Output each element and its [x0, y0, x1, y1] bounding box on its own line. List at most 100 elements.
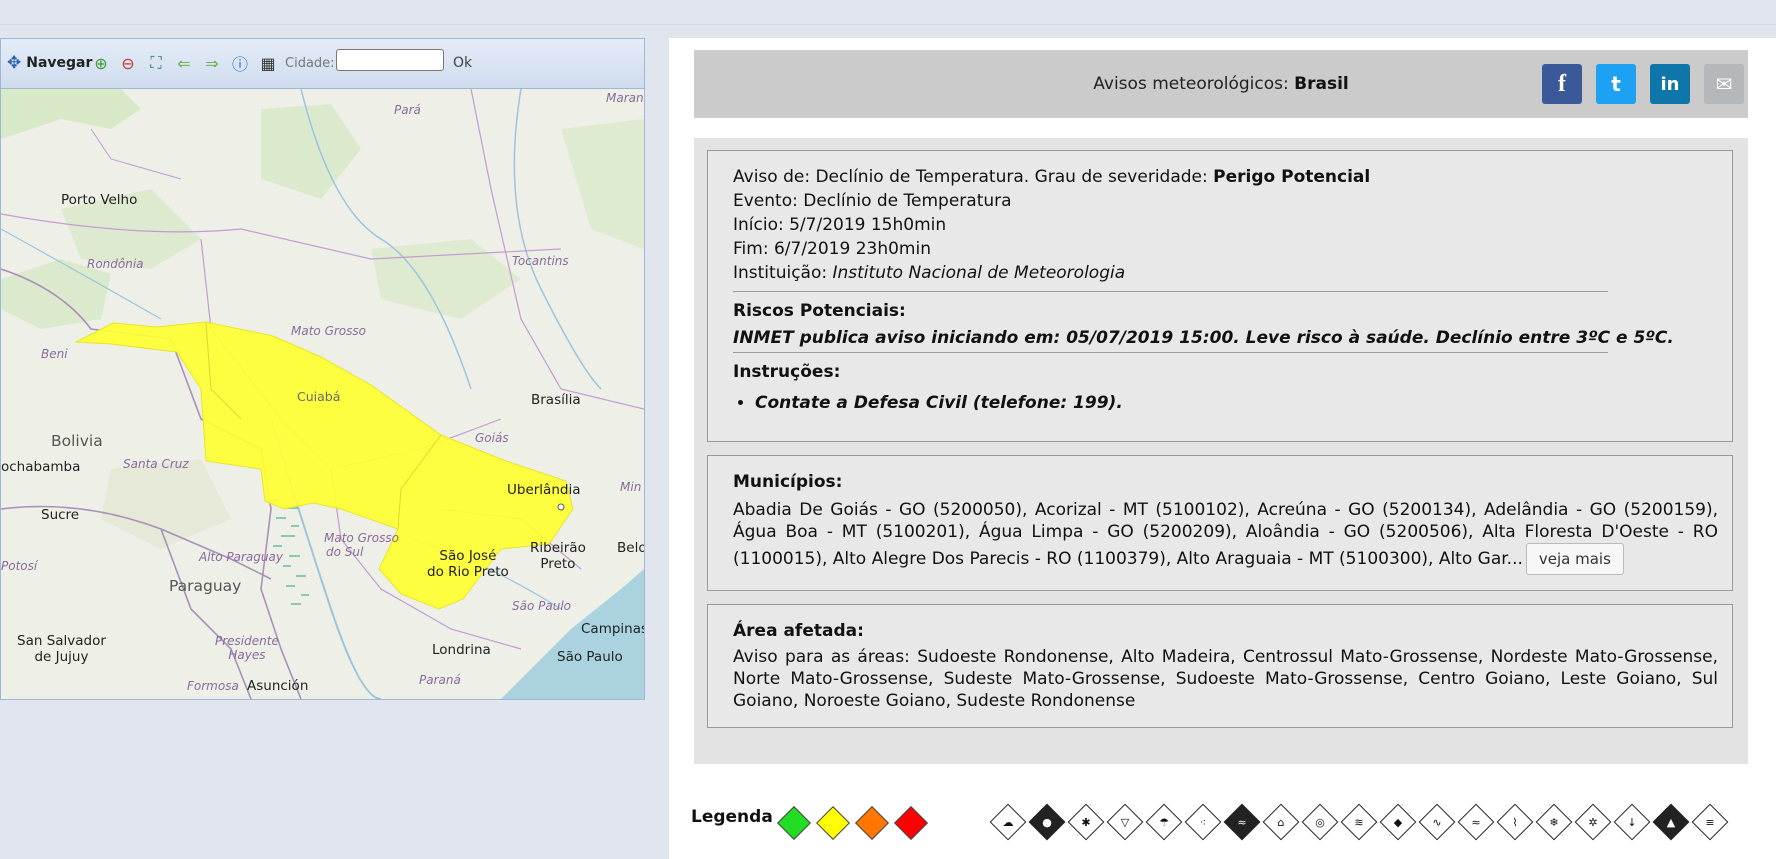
legend-red-swatch	[894, 806, 928, 840]
severity-value: Perigo Potencial	[1213, 167, 1371, 187]
facebook-icon: f	[1558, 70, 1566, 97]
map-panel: ✥ Navegar ⊕ ⊖ ⛶ ⇐ ⇒ ⓘ ▦ Cidade: Ok Pará …	[0, 38, 645, 700]
map-label-alto-paraguay: Alto Paraguay	[199, 550, 283, 564]
top-divider	[0, 24, 1776, 25]
map-label-formosa: Formosa	[187, 679, 239, 693]
twitter-share-button[interactable]: t	[1596, 64, 1636, 104]
aviso-line: Aviso de: Declínio de Temperatura. Grau …	[733, 167, 1371, 187]
zoom-out-icon[interactable]: ⊖	[117, 53, 139, 73]
map-label-mato-grosso: Mato Grosso	[291, 324, 366, 338]
region-name: Brasil	[1294, 74, 1349, 94]
email-share-button[interactable]: ✉	[1704, 64, 1744, 104]
previous-view-icon[interactable]: ⇐	[173, 53, 195, 73]
riscos-text: INMET publica aviso iniciando em: 05/07/…	[733, 328, 1674, 348]
legend-orange-swatch	[855, 806, 889, 840]
zoom-extent-icon[interactable]: ⛶	[145, 53, 167, 73]
storm-icon: ●	[1028, 803, 1066, 841]
facebook-share-button[interactable]: f	[1542, 64, 1582, 104]
alert-content-panel: Avisos meteorológicos: Brasil f t in ✉ A…	[669, 38, 1776, 859]
map-label-presidente-hayes: Presidente Hayes	[215, 634, 279, 662]
map-label-para: Pará	[394, 103, 421, 117]
map-label-beni: Beni	[41, 347, 68, 361]
tornado-icon: ☁	[989, 803, 1027, 841]
dry-air-icon: ◎	[1301, 803, 1339, 841]
evento-line: Evento: Declínio de Temperatura	[733, 191, 1012, 211]
rain-icon: ☂	[1145, 803, 1183, 841]
map-toolbar: ✥ Navegar ⊕ ⊖ ⛶ ⇐ ⇒ ⓘ ▦ Cidade: Ok	[1, 39, 644, 89]
snow-icon: ✱	[1067, 803, 1105, 841]
map-label-santa-cruz: Santa Cruz	[123, 457, 189, 471]
grid-icon[interactable]: ▦	[257, 53, 279, 73]
info-icon[interactable]: ⓘ	[229, 53, 251, 74]
map-label-asuncion: Asunción	[247, 678, 309, 694]
map-label-campinas: Campinas	[581, 621, 645, 637]
veja-mais-button[interactable]: veja mais	[1525, 543, 1624, 575]
cold-icon: ❄	[1535, 803, 1573, 841]
twitter-icon: t	[1611, 72, 1621, 96]
fim-line: Fim: 6/7/2019 23h0min	[733, 239, 931, 259]
legend-title: Legenda	[691, 807, 773, 827]
map-label-sucre: Sucre	[41, 507, 80, 523]
map-label-sao-jose-do-rio-preto: São José do Rio Preto	[427, 548, 509, 580]
map-label-paraguay: Paraguay	[169, 577, 242, 595]
frost-icon: ⌇	[1496, 803, 1534, 841]
instrucoes-list: Contate a Defesa Civil (telefone: 199).	[733, 391, 1718, 415]
legend-yellow-swatch	[816, 806, 850, 840]
cidade-label: Cidade:	[285, 55, 335, 71]
map-label-sao-paulo: São Paulo	[557, 649, 623, 665]
area-afetada-card: Área afetada: Aviso para as áreas: Sudoe…	[707, 604, 1733, 728]
municipios-text: Abadia De Goiás - GO (5200050), Acorizal…	[733, 499, 1718, 575]
flood-icon: ≈	[1223, 803, 1261, 841]
next-view-icon[interactable]: ⇒	[201, 53, 223, 73]
map-canvas[interactable]: Pará Maranh Porto Velho Rondônia Tocanti…	[1, 89, 644, 699]
wave-icon: ∿	[1418, 803, 1456, 841]
map-label-cochabamba: ochabamba	[1, 459, 81, 475]
move-icon: ✥	[7, 53, 22, 73]
fire-icon: ◆	[1379, 803, 1417, 841]
header-bar: Avisos meteorológicos: Brasil f t in ✉	[694, 50, 1748, 118]
temperature-icon: ↓	[1613, 803, 1651, 841]
map-label-san-salvador-de-jujuy: San Salvador de Jujuy	[17, 633, 106, 665]
navegar-label: Navegar	[26, 55, 93, 71]
landslide-icon: ⌂	[1262, 803, 1300, 841]
tide-icon: ≈	[1457, 803, 1495, 841]
navegar-button[interactable]: ✥ Navegar	[7, 53, 92, 73]
map-label-uberlandia: Uberlândia	[507, 482, 581, 498]
ok-button[interactable]: Ok	[453, 53, 472, 73]
wind-icon: ≋	[1340, 803, 1378, 841]
municipios-title: Municípios:	[733, 472, 843, 492]
page-title: Avisos meteorológicos: Brasil	[1093, 74, 1349, 94]
map-label-londrina: Londrina	[432, 642, 491, 658]
alert-details: Aviso de: Declínio de Temperatura. Grau …	[694, 138, 1748, 764]
municipios-card: Municípios: Abadia De Goiás - GO (520005…	[707, 455, 1733, 591]
linkedin-icon: in	[1660, 73, 1680, 95]
map-label-goias: Goiás	[475, 431, 509, 445]
map-label-rondonia: Rondônia	[87, 257, 144, 271]
map-label-bolivia: Bolivia	[51, 432, 103, 450]
dust-icon: ≡	[1691, 803, 1729, 841]
inicio-line: Início: 5/7/2019 15h0min	[733, 215, 947, 235]
map-label-mato-grosso-do-sul: Mato Grosso do Sul	[324, 531, 399, 559]
map-label-ribeirao-preto: Ribeirão Preto	[530, 540, 586, 572]
snowfall-icon: ✲	[1574, 803, 1612, 841]
instituicao-line: Instituição: Instituto Nacional de Meteo…	[733, 263, 1126, 283]
hail-icon: ▽	[1106, 803, 1144, 841]
map-label-minas: Min	[620, 480, 642, 494]
email-icon: ✉	[1715, 72, 1733, 96]
area-title: Área afetada:	[733, 621, 864, 641]
map-label-belo: Belo	[617, 540, 645, 556]
cidade-input[interactable]	[336, 49, 444, 71]
legend-green-swatch	[777, 806, 811, 840]
linkedin-share-button[interactable]: in	[1650, 64, 1690, 104]
area-text: Aviso para as áreas: Sudoeste Rondonense…	[733, 647, 1718, 711]
alert-card: Aviso de: Declínio de Temperatura. Grau …	[707, 150, 1733, 442]
map-label-sao-paulo-state: São Paulo	[512, 599, 571, 613]
riscos-title: Riscos Potenciais:	[733, 301, 906, 321]
divider	[733, 352, 1608, 353]
map-label-cuiaba: Cuiabá	[297, 389, 341, 404]
instrucoes-title: Instruções:	[733, 362, 841, 382]
map-label-potosi: Potosí	[1, 559, 38, 573]
zoom-in-icon[interactable]: ⊕	[90, 53, 112, 73]
map-label-parana: Paraná	[419, 673, 461, 687]
map-label-brasilia: Brasília	[531, 392, 581, 408]
